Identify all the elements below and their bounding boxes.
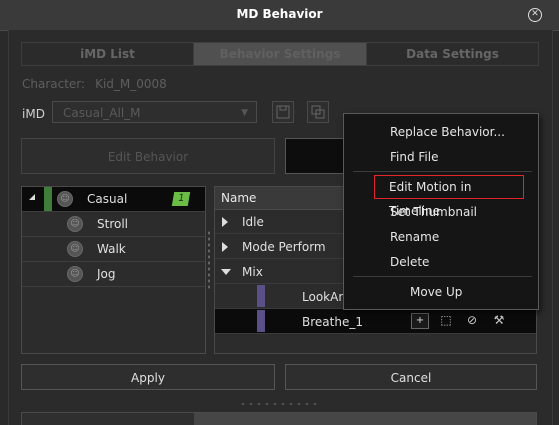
- motion-row-label: Idle: [242, 215, 264, 229]
- menu-item-replace-behavior[interactable]: Replace Behavior...: [345, 120, 537, 144]
- tree-item-jog[interactable]: ☺ Jog: [22, 262, 205, 287]
- tree-item-label: Stroll: [97, 217, 129, 231]
- chevron-down-icon: ▼: [241, 108, 248, 118]
- menu-item-delete[interactable]: Delete: [345, 250, 537, 274]
- group-color-bar: [44, 187, 52, 211]
- motion-row-label: Mode Perform: [242, 240, 326, 254]
- motion-subrow-label: Breathe_1: [302, 315, 363, 329]
- tree-item-label: Jog: [97, 267, 116, 281]
- bottom-panel-tabs: [21, 412, 537, 425]
- character-info: Character: Kid_M_0008: [22, 77, 177, 91]
- collapse-arrow-icon[interactable]: [221, 269, 231, 275]
- tab-data-settings[interactable]: Data Settings: [366, 42, 539, 66]
- menu-separator: [353, 276, 532, 277]
- menu-item-label: Delete: [390, 255, 430, 269]
- bottom-tab[interactable]: [194, 413, 536, 425]
- imd-selected-value: Casual_All_M: [63, 106, 141, 120]
- tab-imd-list[interactable]: iMD List: [21, 42, 194, 66]
- character-value: Kid_M_0008: [95, 77, 167, 91]
- tree-item-stroll[interactable]: ☺ Stroll: [22, 212, 205, 237]
- tree-group-casual[interactable]: ☺ Casual 1: [22, 187, 205, 212]
- column-header-label: Name: [221, 191, 257, 205]
- menu-item-label: Rename: [390, 230, 440, 244]
- motion-color-bar: [257, 310, 265, 332]
- tab-behavior-settings[interactable]: Behavior Settings: [193, 42, 367, 66]
- character-avatar-icon: ☺: [67, 216, 83, 232]
- menu-separator: [353, 171, 532, 172]
- menu-item-label: Move Up: [410, 285, 463, 299]
- menu-item-set-thumbnail[interactable]: Set Thumbnail: [345, 200, 537, 224]
- motion-row-label: Mix: [242, 265, 263, 279]
- expand-arrow-icon[interactable]: [222, 242, 228, 252]
- window-title: MD Behavior: [236, 7, 323, 21]
- behavior-tree: ☺ Casual 1 ☺ Stroll ☺ Walk ☺ Jog: [21, 186, 206, 354]
- menu-item-label: Replace Behavior...: [390, 125, 505, 139]
- add-button[interactable]: +: [411, 313, 429, 329]
- menu-item-label: Find File: [390, 150, 439, 164]
- motion-color-bar: [257, 285, 265, 307]
- count-badge: 1: [171, 192, 191, 206]
- expand-icon[interactable]: [29, 194, 35, 200]
- duplicate-icon: [311, 105, 325, 119]
- menu-item-find-file[interactable]: Find File: [345, 145, 537, 169]
- character-avatar-icon: ☺: [57, 191, 73, 207]
- imd-dropdown[interactable]: Casual_All_M ▼: [52, 101, 257, 123]
- expand-arrow-icon[interactable]: [222, 217, 228, 227]
- horizontal-splitter[interactable]: [239, 402, 319, 406]
- apply-button[interactable]: Apply: [21, 364, 275, 390]
- menu-item-edit-motion-in-timeline[interactable]: Edit Motion in Timeline: [374, 175, 524, 218]
- menu-item-move-up[interactable]: Move Up: [345, 280, 537, 304]
- tree-item-label: Walk: [97, 242, 126, 256]
- tree-item-walk[interactable]: ☺ Walk: [22, 237, 205, 262]
- cancel-button[interactable]: Cancel: [285, 364, 537, 390]
- edit-behavior-button[interactable]: Edit Behavior: [21, 138, 275, 174]
- loop-icon[interactable]: ⬚: [439, 313, 453, 327]
- motion-subrow-breathe[interactable]: Breathe_1 + ⬚ ⊘ ⚒: [215, 309, 536, 334]
- menu-item-rename[interactable]: Rename: [345, 225, 537, 249]
- save-button[interactable]: [272, 101, 294, 123]
- character-avatar-icon: ☺: [67, 266, 83, 282]
- context-menu: Replace Behavior... Find File Edit Motio…: [343, 113, 539, 310]
- character-label: Character:: [22, 77, 86, 91]
- tree-group-label: Casual: [87, 192, 128, 206]
- save-icon: [276, 105, 290, 119]
- menu-item-label: Set Thumbnail: [390, 205, 477, 219]
- vertical-splitter[interactable]: [207, 230, 211, 290]
- character-avatar-icon: ☺: [67, 241, 83, 257]
- duplicate-button[interactable]: [307, 101, 329, 123]
- title-bar: MD Behavior ✕: [0, 0, 559, 31]
- close-icon[interactable]: ✕: [528, 8, 542, 22]
- settings-tool-icon[interactable]: ⚒: [492, 313, 506, 327]
- disable-icon[interactable]: ⊘: [465, 313, 479, 327]
- imd-label: iMD: [22, 107, 45, 121]
